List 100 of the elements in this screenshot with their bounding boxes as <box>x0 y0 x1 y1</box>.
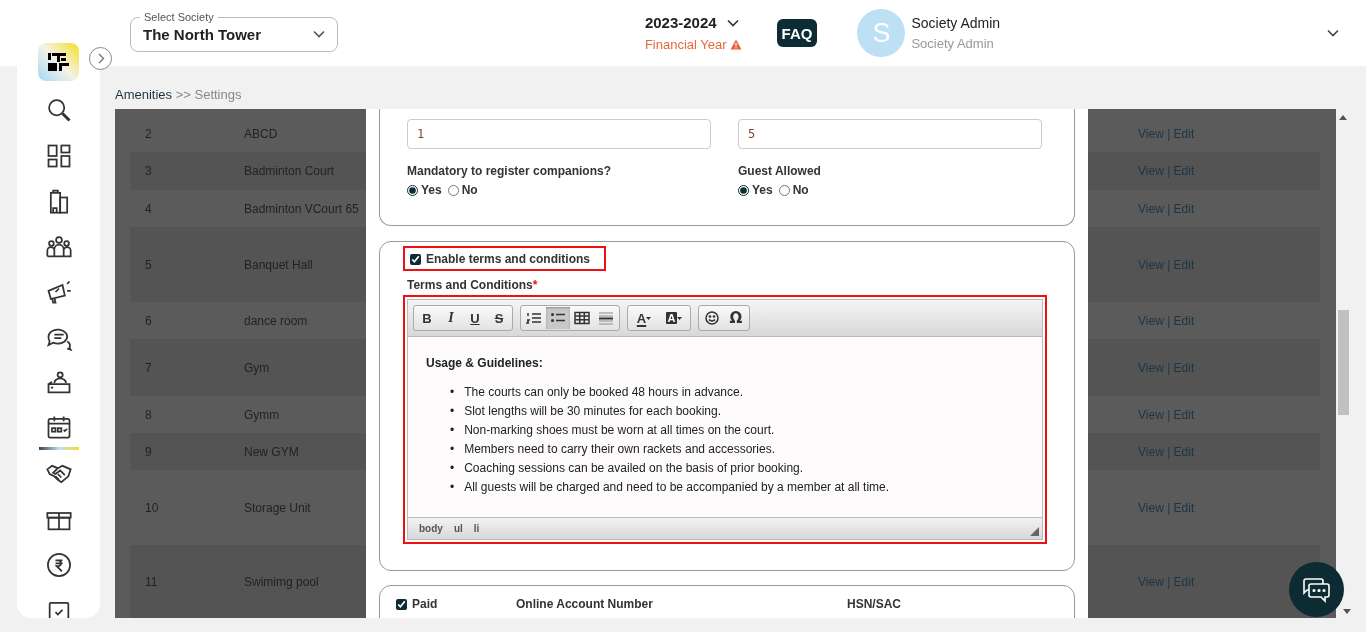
chevron-right-icon <box>96 53 105 64</box>
list-item: • The courts can only be booked 48 hours in advance. <box>450 384 744 401</box>
ordered-list-icon <box>526 311 542 325</box>
bullet-list-icon <box>550 311 566 325</box>
radio-button[interactable] <box>738 184 749 196</box>
amenity-name: ABCD <box>244 126 278 141</box>
edit-link[interactable]: Edit <box>1173 164 1195 178</box>
chevron-down-icon <box>1327 29 1339 37</box>
list-item: • Members need to carry their own rackets and accessories. <box>450 441 775 458</box>
element-path-item[interactable]: ul <box>453 523 463 534</box>
amenity-name: Gymm <box>244 407 280 422</box>
max-companions-field[interactable]: 5 <box>738 119 1042 149</box>
radio-label: Yes <box>421 183 442 197</box>
table-icon <box>574 311 590 325</box>
radio-label: No <box>461 183 478 197</box>
text-color-button[interactable]: A <box>629 307 659 329</box>
link-separator: | <box>1167 257 1171 272</box>
edit-link[interactable]: Edit <box>1173 126 1195 141</box>
element-path-item[interactable]: body <box>419 523 443 534</box>
amenity-name: Storage Unit <box>244 500 311 515</box>
app-logo[interactable] <box>38 43 79 81</box>
edit-link[interactable]: Edit <box>1173 500 1195 515</box>
resize-grip-icon[interactable] <box>1030 527 1039 536</box>
field-label: Guest Allowed <box>738 164 822 178</box>
checkbox-label: Paid <box>412 597 438 611</box>
italic-button[interactable]: I <box>439 307 463 329</box>
breadcrumb-current: >> Settings <box>175 87 242 102</box>
edit-link[interactable]: Edit <box>1173 257 1195 272</box>
user-menu-toggle[interactable] <box>1327 29 1339 37</box>
row-number: 10 <box>144 500 160 515</box>
row-number: 2 <box>144 126 153 141</box>
view-link[interactable]: View <box>1138 407 1164 422</box>
chevron-down-icon <box>313 30 325 38</box>
content-heading: Usage & Guidelines: <box>426 356 544 370</box>
field-label: HSN/SAC <box>847 597 902 611</box>
link-separator: | <box>1167 444 1171 459</box>
radio-button[interactable] <box>447 184 459 196</box>
row-number: 6 <box>144 313 153 328</box>
strike-button[interactable]: S <box>487 307 511 329</box>
link-separator: | <box>1167 574 1171 589</box>
year-select[interactable]: 2023-2024 <box>644 14 739 31</box>
bullet-list-button[interactable] <box>546 307 570 329</box>
link-separator: | <box>1167 313 1171 328</box>
amenity-name: Badminton VCourt 65 <box>244 201 359 216</box>
list-item: • Non-marking shoes must be worn at all times on the court. <box>450 422 775 439</box>
caret-icon <box>677 316 683 320</box>
link-separator: | <box>1167 126 1171 141</box>
rich-text-editor[interactable] <box>403 295 1047 544</box>
radio-label: No <box>792 183 809 197</box>
rule-icon <box>598 311 614 325</box>
view-link[interactable]: View <box>1138 313 1164 328</box>
caret-icon <box>646 316 652 320</box>
breadcrumb-link[interactable]: Amenities <box>115 87 173 102</box>
edit-link[interactable]: Edit <box>1173 201 1195 216</box>
field-label: Online Account Number <box>516 597 654 611</box>
list-item: • Slot lengths will be 30 minutes for each booking. <box>450 403 722 420</box>
checkbox-label: Enable terms and conditions <box>426 252 591 266</box>
amenity-name: dance room <box>244 313 308 328</box>
link-separator: | <box>1167 164 1171 178</box>
min-companions-field[interactable]: 1 <box>407 119 711 149</box>
view-link[interactable]: View <box>1138 500 1164 515</box>
link-separator: | <box>1167 360 1171 375</box>
faq-button[interactable]: FAQ <box>776 19 818 47</box>
link-separator: | <box>1167 500 1171 515</box>
paid-checkbox[interactable] <box>396 598 407 610</box>
special-character-button[interactable]: Ω <box>724 307 748 329</box>
financial-year-label: Financial Year <box>644 37 727 52</box>
element-path-item[interactable]: li <box>473 523 480 534</box>
edit-link[interactable]: Edit <box>1173 407 1195 422</box>
emoji-icon <box>704 311 720 325</box>
scroll-up-arrow[interactable] <box>1339 115 1347 120</box>
user-avatar: S <box>857 9 906 57</box>
user-role: Society Admin <box>911 36 995 51</box>
scroll-down-arrow[interactable] <box>1343 609 1351 614</box>
row-number: 8 <box>144 407 153 422</box>
view-link[interactable]: View <box>1138 126 1164 141</box>
radio-label: Yes <box>752 183 773 197</box>
view-link[interactable]: View <box>1138 201 1164 216</box>
chevron-down-icon <box>726 18 739 27</box>
background-color-button[interactable]: A <box>659 307 689 329</box>
list-item: • Coaching sessions can be availed on the basis of prior booking. <box>450 460 804 477</box>
field-label: Terms and Conditions* <box>407 278 539 292</box>
link-separator: | <box>1167 407 1171 422</box>
radio-button[interactable] <box>407 184 418 196</box>
edit-link[interactable]: Edit <box>1173 360 1195 375</box>
row-number: 4 <box>144 201 153 216</box>
scrollbar-thumb[interactable] <box>1338 310 1349 415</box>
list-item: • All guests will be charged and need to be accompanied by a member at all time. <box>450 479 890 496</box>
bold-button[interactable]: B <box>415 307 439 329</box>
user-name: Society Admin <box>911 15 1001 31</box>
link-separator: | <box>1167 201 1171 216</box>
edit-link[interactable]: Edit <box>1173 444 1195 459</box>
edit-link[interactable]: Edit <box>1173 574 1195 589</box>
warning-icon <box>729 39 742 50</box>
radio-button[interactable] <box>778 184 790 196</box>
field-label: Mandatory to register companions? <box>407 164 613 178</box>
underline-button[interactable]: U <box>463 307 487 329</box>
edit-link[interactable]: Edit <box>1173 313 1195 328</box>
terms-checkbox[interactable] <box>410 253 421 265</box>
chat-icon <box>1302 576 1331 603</box>
